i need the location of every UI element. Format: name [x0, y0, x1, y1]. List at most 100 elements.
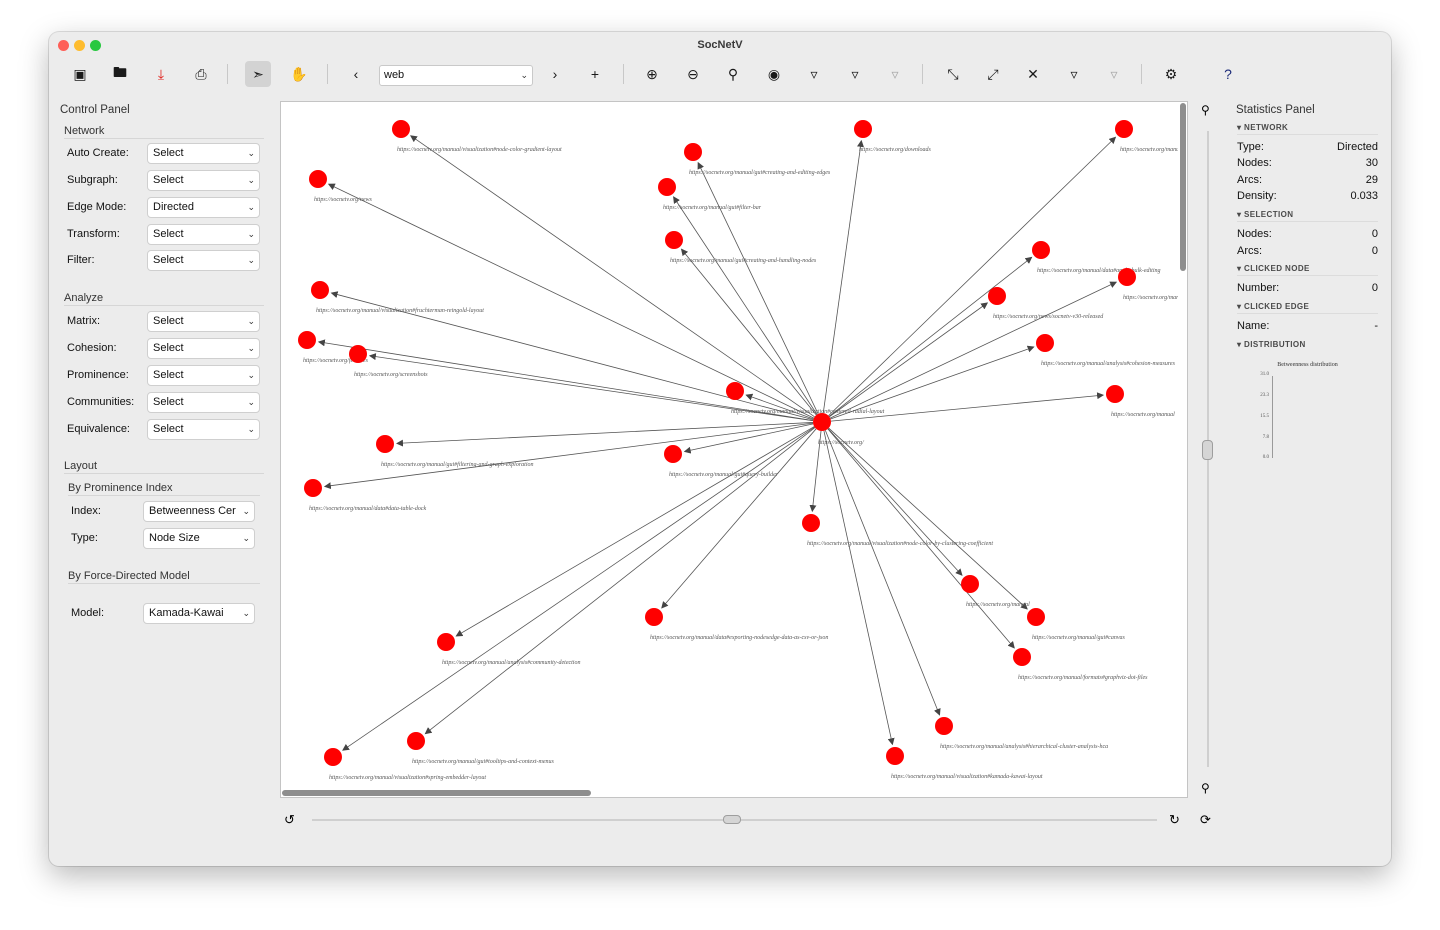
print-button[interactable]: ⎙ — [188, 61, 214, 87]
graph-node[interactable] — [1032, 241, 1050, 259]
find-button[interactable]: ⚲ — [720, 61, 746, 87]
graph-edge[interactable] — [327, 183, 815, 419]
reset-rotation-icon[interactable]: ⟳ — [1200, 812, 1211, 828]
filter-active-button[interactable]: ▿ — [1061, 61, 1087, 87]
url-input[interactable]: web ⌄ — [379, 65, 533, 86]
transform-select[interactable]: Select ⌄ — [147, 224, 260, 245]
zoom-slider-handle[interactable] — [1202, 440, 1213, 460]
index-select[interactable]: Betweenness Cer ⌄ — [143, 501, 255, 522]
graph-node[interactable] — [935, 717, 953, 735]
graph-node[interactable] — [1036, 334, 1054, 352]
remove-edge-button[interactable]: ⤢ — [980, 61, 1006, 87]
graph-node[interactable] — [1027, 608, 1045, 626]
auto-create-select[interactable]: Select ⌄ — [147, 143, 260, 164]
graph-node[interactable] — [298, 331, 316, 349]
chevron-down-icon: ⌄ — [247, 343, 255, 353]
zoom-in-icon[interactable]: ⚲ — [1201, 103, 1210, 117]
graph-node[interactable] — [658, 178, 676, 196]
graph-node[interactable] — [304, 479, 322, 497]
zoom-window-button[interactable] — [90, 40, 101, 51]
add-url-button[interactable]: + — [582, 61, 608, 87]
open-file-button[interactable]: 🖿 — [107, 61, 133, 87]
graph-edge[interactable] — [822, 139, 864, 414]
tools-button[interactable]: ✕ — [1020, 61, 1046, 87]
graph-node[interactable] — [645, 608, 663, 626]
edge-mode-select[interactable]: Directed ⌄ — [147, 197, 260, 218]
filter-inactive-button[interactable]: ▿ — [1101, 61, 1127, 87]
rotate-left-icon[interactable]: ↺ — [284, 812, 295, 828]
zoom-out-button[interactable]: ⊖ — [680, 61, 706, 87]
graph-node[interactable] — [376, 435, 394, 453]
communities-select[interactable]: Select ⌄ — [147, 392, 260, 413]
graph-node[interactable] — [349, 345, 367, 363]
zoom-in-button[interactable]: ⊕ — [639, 61, 665, 87]
type-select[interactable]: Node Size ⌄ — [143, 528, 255, 549]
graph-node-center[interactable] — [813, 413, 831, 431]
graph-node[interactable] — [1013, 648, 1031, 666]
zoom-out-icon[interactable]: ⚲ — [1201, 781, 1210, 795]
graph-edge[interactable] — [828, 427, 1028, 610]
equivalence-select[interactable]: Select ⌄ — [147, 419, 260, 440]
filter-select[interactable]: Select ⌄ — [147, 250, 260, 271]
node-label: https://socnetv.org/manual/visualization… — [329, 775, 486, 781]
forward-button[interactable]: › — [542, 61, 568, 87]
graph-node[interactable] — [726, 382, 744, 400]
close-window-button[interactable] — [58, 40, 69, 51]
filter-nodes-button[interactable]: ▿ — [801, 61, 827, 87]
graph-edge[interactable] — [697, 161, 819, 415]
graph-node[interactable] — [664, 445, 682, 463]
save-button[interactable]: ⤓ — [148, 61, 174, 87]
graph-node[interactable] — [407, 732, 425, 750]
vertical-scrollbar[interactable] — [1180, 103, 1186, 271]
settings-button[interactable]: ⚙ — [1158, 61, 1184, 87]
graph-node[interactable] — [392, 120, 410, 138]
graph-node[interactable] — [309, 170, 327, 188]
filter-disabled-button[interactable]: ▿ — [882, 61, 908, 87]
graph-edge[interactable] — [827, 428, 1015, 649]
graph-node[interactable] — [1118, 268, 1136, 286]
rotate-slider-handle[interactable] — [723, 815, 741, 824]
rotate-right-icon[interactable]: ↻ — [1169, 812, 1180, 828]
help-button[interactable]: ? — [1215, 61, 1241, 87]
cohesion-select[interactable]: Select ⌄ — [147, 338, 260, 359]
new-graph-button[interactable]: ▣ — [67, 61, 93, 87]
select-mode-button[interactable]: ➣ — [245, 61, 271, 87]
filter-edges-button[interactable]: ▿ — [842, 61, 868, 87]
horizontal-scrollbar[interactable] — [282, 790, 591, 796]
minimize-window-button[interactable] — [74, 40, 85, 51]
graph-edge[interactable] — [455, 426, 815, 637]
graph-node[interactable] — [311, 281, 329, 299]
graph-edge[interactable] — [828, 136, 1117, 417]
graph-edge[interactable] — [827, 428, 963, 576]
graph-node[interactable] — [1106, 385, 1124, 403]
graph-node[interactable] — [684, 143, 702, 161]
graph-edge[interactable] — [410, 135, 815, 418]
graph-node[interactable] — [324, 748, 342, 766]
pan-mode-button[interactable]: ✋ — [286, 61, 312, 87]
graph-edge[interactable] — [673, 196, 818, 415]
graph-node[interactable] — [802, 514, 820, 532]
print-icon: ⎙ — [195, 65, 207, 82]
prominence-select[interactable]: Select ⌄ — [147, 365, 260, 386]
model-select[interactable]: Kamada-Kawai ⌄ — [143, 603, 255, 624]
graph-svg[interactable]: https://socnetv.org/manual/visualization… — [281, 102, 1178, 790]
matrix-select[interactable]: Select ⌄ — [147, 311, 260, 332]
graph-edge[interactable] — [829, 302, 989, 418]
graph-node[interactable] — [1115, 120, 1133, 138]
graph-edge[interactable] — [395, 422, 814, 447]
graph-edge[interactable] — [824, 430, 941, 716]
add-edge-button[interactable]: ⤡ — [940, 61, 966, 87]
stat-selected-nodes: Nodes: 0 — [1237, 228, 1378, 240]
layout-button[interactable]: ◉ — [761, 61, 787, 87]
graph-edge[interactable] — [823, 430, 895, 746]
graph-node[interactable] — [437, 633, 455, 651]
subgraph-select[interactable]: Select ⌄ — [147, 170, 260, 191]
graph-node[interactable] — [886, 747, 904, 765]
graph-node[interactable] — [665, 231, 683, 249]
graph-node[interactable] — [854, 120, 872, 138]
back-button[interactable]: ‹ — [343, 61, 369, 87]
graph-canvas[interactable]: https://socnetv.org/manual/visualization… — [280, 101, 1188, 798]
graph-edge[interactable] — [661, 428, 817, 609]
graph-node[interactable] — [961, 575, 979, 593]
graph-node[interactable] — [988, 287, 1006, 305]
